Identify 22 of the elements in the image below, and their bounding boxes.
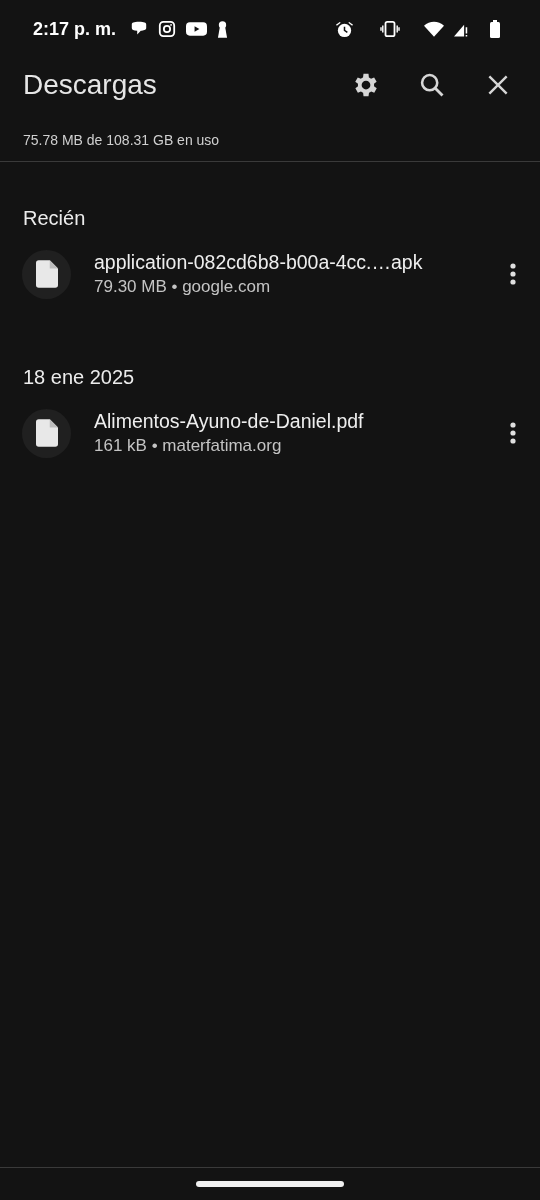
section-heading: 18 ene 2025	[22, 365, 136, 390]
camera-icon	[158, 20, 177, 38]
file-name[interactable]: Alimentos-Ayuno-de-Daniel.pdf	[94, 410, 506, 433]
file-name[interactable]: application-082cd6b8-b00a-4cc.…apk	[94, 251, 506, 274]
storage-usage: 75.78 MB de 108.31 GB en uso	[22, 131, 221, 150]
file-icon	[35, 419, 58, 447]
page-title: Descargas	[23, 69, 158, 101]
more-icon	[510, 263, 516, 285]
file-details: 161 kB • materfatima.org	[94, 436, 283, 456]
alarm-clock-icon	[335, 19, 354, 39]
file-details: 79.30 MB • google.com	[94, 277, 272, 297]
keyhole-icon	[217, 19, 229, 39]
status-time: 2:17 p. m.	[33, 18, 117, 40]
wifi-icon	[424, 20, 444, 38]
home-handle[interactable]	[196, 1181, 344, 1187]
search-icon	[418, 71, 446, 99]
file-icon	[35, 260, 58, 288]
play-icon	[186, 21, 208, 37]
section-heading: Recién	[22, 206, 87, 231]
vibrate-icon	[380, 20, 400, 38]
more-icon	[510, 422, 516, 444]
battery-icon	[490, 20, 500, 38]
